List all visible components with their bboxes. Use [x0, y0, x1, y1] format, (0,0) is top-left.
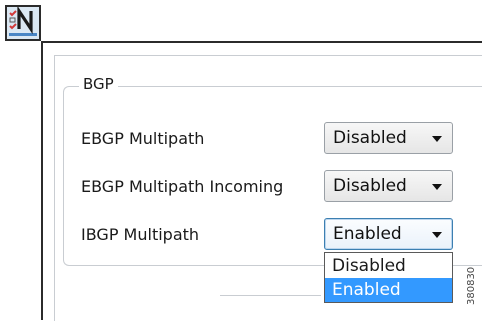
- dropdown-option-disabled[interactable]: Disabled: [325, 254, 452, 278]
- ibgp-multipath-label: IBGP Multipath: [81, 225, 200, 244]
- ebgp-multipath-incoming-label: EBGP Multipath Incoming: [81, 177, 284, 196]
- chevron-down-icon: [432, 136, 442, 142]
- callout-frame-left: [41, 41, 43, 320]
- figure-id: 380830: [466, 266, 477, 305]
- ebgp-multipath-incoming-value: Disabled: [333, 176, 407, 196]
- group-title: BGP: [79, 75, 118, 93]
- chevron-down-icon: [432, 184, 442, 190]
- chevron-down-icon: [432, 232, 442, 238]
- callout-frame-top: [41, 41, 482, 43]
- divider: [220, 295, 321, 296]
- ebgp-multipath-incoming-select[interactable]: Disabled: [324, 170, 453, 202]
- ibgp-multipath-value: Enabled: [333, 224, 402, 244]
- ibgp-multipath-select[interactable]: Enabled: [324, 218, 453, 250]
- dropdown-option-enabled[interactable]: Enabled: [325, 278, 452, 302]
- ibgp-multipath-dropdown-list: Disabled Enabled: [324, 252, 453, 303]
- ebgp-multipath-select[interactable]: Disabled: [324, 122, 453, 154]
- checklist-n-icon: [5, 5, 41, 41]
- ebgp-multipath-value: Disabled: [333, 128, 407, 148]
- ebgp-multipath-label: EBGP Multipath: [81, 129, 205, 148]
